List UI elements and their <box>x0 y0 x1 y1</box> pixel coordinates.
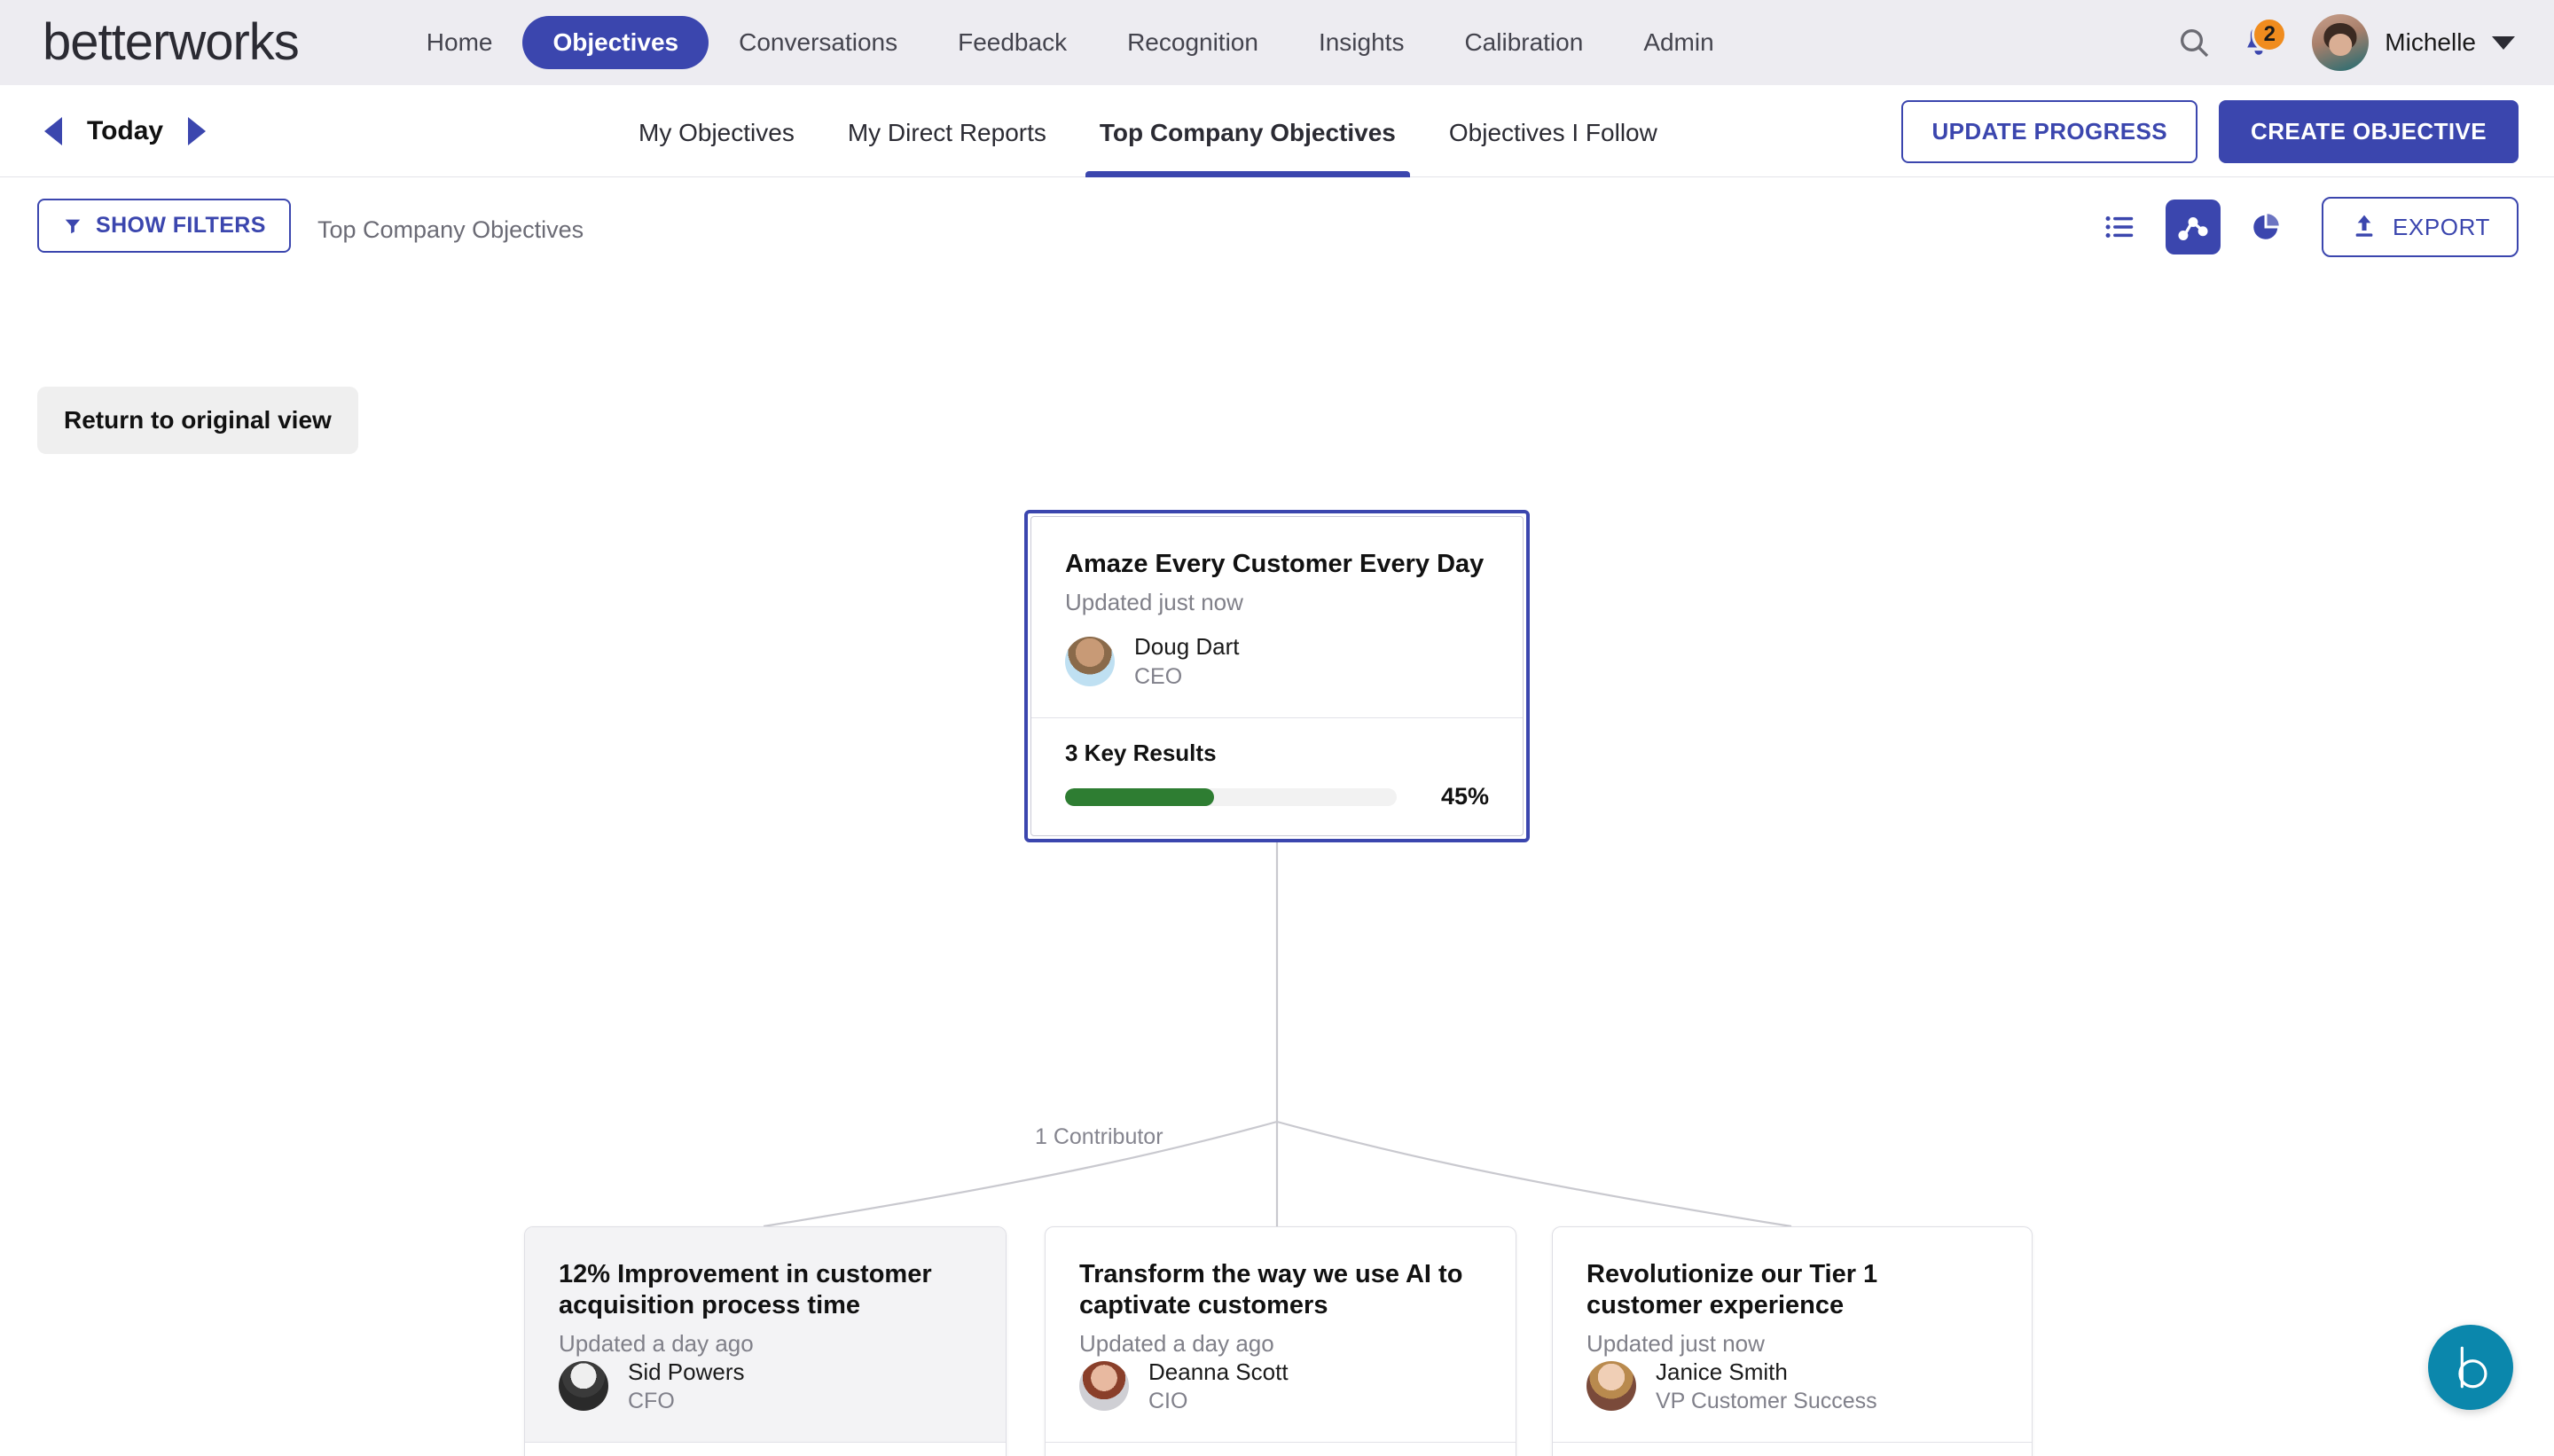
period-label: Today <box>87 116 164 145</box>
nav-right-cluster: 2 Michelle <box>2163 0 2519 85</box>
tab-objectives-i-follow[interactable]: Objectives I Follow <box>1422 85 1684 177</box>
pie-chart-icon[interactable] <box>2238 200 2293 254</box>
filter-toolbar: SHOW FILTERS Top Company Objectives EXPO… <box>0 177 2554 284</box>
show-filters-label: SHOW FILTERS <box>96 213 266 238</box>
subbar-actions: UPDATE PROGRESS CREATE OBJECTIVE <box>1901 85 2519 177</box>
list-icon[interactable] <box>2093 200 2148 254</box>
objectives-tabs: My Objectives My Direct Reports Top Comp… <box>612 85 1684 177</box>
search-icon[interactable] <box>2163 12 2225 74</box>
objectives-subbar: Today My Objectives My Direct Reports To… <box>0 85 2554 177</box>
objective-card-child-3[interactable]: Revolutionize our Tier 1 customer experi… <box>1552 1226 2033 1456</box>
nav-item-admin[interactable]: Admin <box>1613 30 1743 55</box>
objective-card-child-2[interactable]: Transform the way we use AI to captivate… <box>1045 1226 1516 1456</box>
objective-updated: Updated just now <box>1065 588 1243 615</box>
tab-my-direct-reports[interactable]: My Direct Reports <box>821 85 1073 177</box>
owner-name: Janice Smith <box>1656 1358 1788 1385</box>
nav-item-conversations[interactable]: Conversations <box>709 30 928 55</box>
betterworks-b-icon[interactable] <box>2428 1325 2513 1410</box>
period-selector: Today <box>44 85 207 177</box>
tab-top-company-objectives[interactable]: Top Company Objectives <box>1073 85 1422 177</box>
triangle-left-icon[interactable] <box>44 117 62 145</box>
org-tree-icon[interactable] <box>2165 200 2221 254</box>
create-objective-button[interactable]: CREATE OBJECTIVE <box>2219 99 2519 163</box>
funnel-icon <box>65 219 81 233</box>
triangle-right-icon[interactable] <box>188 117 207 145</box>
owner-avatar <box>559 1361 608 1412</box>
progress-percent: 45% <box>1440 783 1489 810</box>
top-navigation-bar: betterworks Home Objectives Conversation… <box>0 0 2554 85</box>
view-switcher: EXPORT <box>2093 197 2519 257</box>
nav-item-recognition[interactable]: Recognition <box>1097 30 1289 55</box>
owner-role: CEO <box>1134 663 1183 689</box>
owner-name: Deanna Scott <box>1148 1358 1289 1385</box>
return-to-original-view-button[interactable]: Return to original view <box>37 387 358 454</box>
bell-icon[interactable]: 2 <box>2225 12 2292 74</box>
objective-title: Revolutionize our Tier 1 customer experi… <box>1586 1260 1878 1319</box>
nav-item-calibration[interactable]: Calibration <box>1434 30 1613 55</box>
owner-avatar <box>1079 1361 1129 1412</box>
show-filters-button[interactable]: SHOW FILTERS <box>37 199 291 253</box>
owner-avatar <box>1065 637 1115 687</box>
objective-owner[interactable]: Sid Powers CFO <box>559 1358 972 1443</box>
objective-tree-canvas[interactable]: Return to original view Amaze Every Cust… <box>0 284 2554 1456</box>
breadcrumb: Top Company Objectives <box>317 216 584 243</box>
owner-role: CIO <box>1148 1389 1188 1414</box>
notification-badge: 2 <box>2252 17 2288 52</box>
objective-progress-footer: 3 Key Results 56% <box>1046 1442 1516 1456</box>
user-name[interactable]: Michelle <box>2385 28 2476 57</box>
progress-track <box>1065 787 1397 806</box>
key-results-label: 3 Key Results <box>1065 740 1217 766</box>
objective-updated: Updated just now <box>1586 1329 1765 1357</box>
nav-item-insights[interactable]: Insights <box>1289 30 1435 55</box>
nav-item-objectives[interactable]: Objectives <box>522 16 709 69</box>
nav-item-feedback[interactable]: Feedback <box>928 30 1097 55</box>
objective-title: 12% Improvement in customer acquisition … <box>559 1260 932 1319</box>
primary-nav: Home Objectives Conversations Feedback R… <box>396 16 1744 69</box>
avatar[interactable] <box>2312 14 2370 71</box>
root-contributor-count: 1 Contributor <box>1035 1124 1163 1149</box>
objective-progress-footer: 3 Key Results 11% <box>1553 1442 2032 1456</box>
objective-updated: Updated a day ago <box>559 1329 754 1357</box>
owner-name: Doug Dart <box>1134 633 1240 661</box>
betterworks-logo[interactable]: betterworks <box>43 17 300 68</box>
export-button[interactable]: EXPORT <box>2321 197 2519 257</box>
chevron-down-icon[interactable] <box>2492 35 2515 50</box>
progress-fill <box>1065 787 1215 806</box>
app-page: betterworks Home Objectives Conversation… <box>0 0 2554 1456</box>
owner-avatar <box>1586 1361 1636 1412</box>
objective-title: Amaze Every Customer Every Day <box>1065 550 1485 578</box>
objective-owner[interactable]: Deanna Scott CIO <box>1079 1358 1482 1443</box>
owner-role: CFO <box>628 1389 675 1414</box>
objective-updated: Updated a day ago <box>1079 1329 1274 1357</box>
objective-title: Transform the way we use AI to captivate… <box>1079 1260 1463 1319</box>
nav-item-home[interactable]: Home <box>396 30 523 55</box>
objective-progress-footer: 3 Key Results 45% <box>1031 717 1523 835</box>
upload-icon <box>2355 215 2373 237</box>
objective-card-child-1[interactable]: 12% Improvement in customer acquisition … <box>524 1226 1007 1456</box>
tab-my-objectives[interactable]: My Objectives <box>612 85 821 177</box>
objective-owner[interactable]: Doug Dart CEO <box>1065 632 1489 717</box>
objective-owner[interactable]: Janice Smith VP Customer Success <box>1586 1358 1998 1443</box>
owner-role: VP Customer Success <box>1656 1389 1877 1414</box>
objective-card-root[interactable]: Amaze Every Customer Every Day Updated j… <box>1024 510 1530 842</box>
owner-name: Sid Powers <box>628 1358 745 1385</box>
objective-progress-footer: 8 / 12% 67% <box>525 1442 1006 1456</box>
export-label: EXPORT <box>2392 213 2490 240</box>
update-progress-button[interactable]: UPDATE PROGRESS <box>1901 99 2198 163</box>
